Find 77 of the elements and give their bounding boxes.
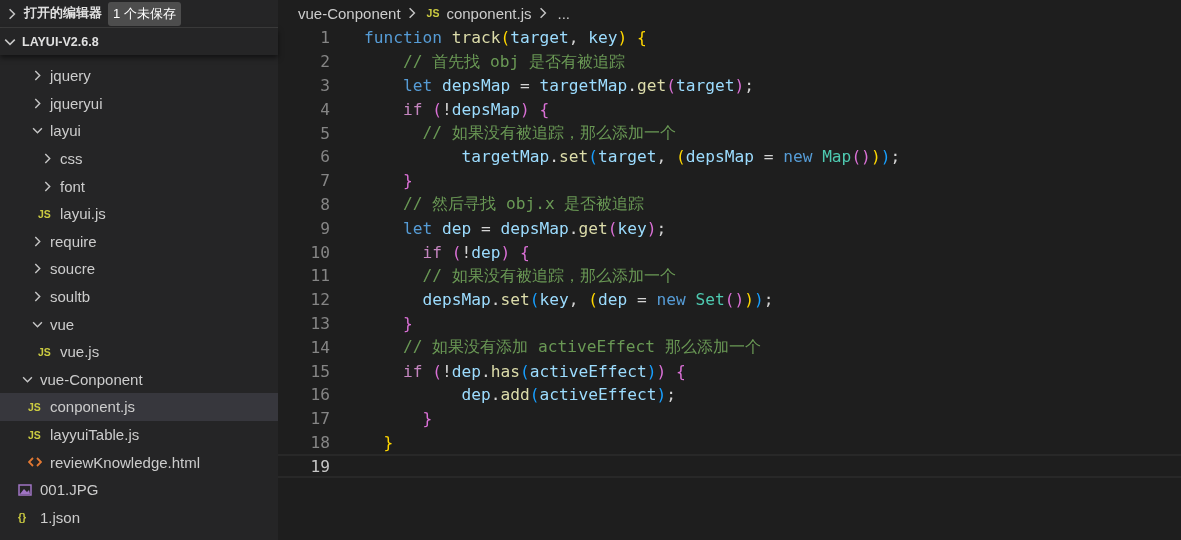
breadcrumb-item[interactable]: ... xyxy=(557,4,570,22)
file-tree-item[interactable]: jqueryui xyxy=(0,89,278,118)
js-file-icon: JS xyxy=(426,7,440,19)
file-tree-item[interactable]: vue xyxy=(0,310,278,338)
file-tree-item[interactable]: soucre xyxy=(0,255,278,283)
code-line: } xyxy=(382,432,394,452)
code-line: if (!dep.has(activeEffect)) { xyxy=(401,361,686,381)
file-tree-item[interactable]: jquery xyxy=(0,62,278,90)
chevron-icon xyxy=(32,235,43,247)
line-number: 1 xyxy=(319,28,330,48)
code-line: let dep = depsMap.get(key); xyxy=(401,218,667,238)
line-number: 15 xyxy=(309,361,330,381)
line-number: 13 xyxy=(309,313,330,333)
file-tree-item[interactable]: vue-Conponent xyxy=(0,365,278,394)
line-number: 16 xyxy=(309,385,330,405)
file-tree-item[interactable]: JS conponent.js xyxy=(0,393,278,421)
file-tree-item[interactable]: JS layui.js xyxy=(0,199,278,228)
code-line: targetMap.set(target, (depsMap = new Map())); xyxy=(460,147,901,167)
file-tree-item[interactable]: font xyxy=(0,172,278,200)
chevron-icon xyxy=(32,291,43,303)
file-tree-item[interactable]: 001.JPG xyxy=(0,475,278,504)
line-number: 17 xyxy=(309,409,330,429)
chevron-icon xyxy=(32,125,43,137)
js-file-icon: JS xyxy=(38,345,51,358)
js-file-icon: JS xyxy=(28,400,41,413)
unsaved-badge: 1 个未保存 xyxy=(108,1,181,26)
file-tree-item[interactable]: JS layyuiTable.js xyxy=(0,420,278,449)
line-number: 11 xyxy=(309,266,330,286)
line-number: 2 xyxy=(319,52,330,72)
line-number: 18 xyxy=(309,432,330,452)
code-line: let depsMap = targetMap.get(target); xyxy=(401,76,754,95)
file-tree-item[interactable]: layui xyxy=(0,117,278,145)
code-line: } xyxy=(401,171,413,191)
section-title[interactable]: 打开的编辑器 xyxy=(24,5,102,22)
chevron-icon xyxy=(32,97,43,109)
line-number: 12 xyxy=(309,290,330,310)
file-tree-item[interactable]: css xyxy=(0,144,278,173)
line-number: 6 xyxy=(319,147,330,167)
chevron-icon xyxy=(32,263,43,275)
chevron-icon xyxy=(42,153,53,165)
breadcrumb-item[interactable]: conponent.js xyxy=(446,4,532,22)
file-tree-item[interactable]: require xyxy=(0,227,278,256)
code-line: dep.add(activeEffect); xyxy=(460,385,676,405)
code-line: depsMap.set(key, (dep = new Set())); xyxy=(421,290,774,310)
line-number: 14 xyxy=(309,337,330,357)
code-line: // 然后寻找 obj.x 是否被追踪 xyxy=(401,193,645,216)
breadcrumb-item[interactable]: vue-Conponent xyxy=(298,4,401,22)
code-line: if (!dep) { xyxy=(421,242,530,262)
json-file-icon: {} xyxy=(18,511,27,524)
js-file-icon: JS xyxy=(38,207,51,220)
image-file-icon xyxy=(18,483,32,496)
code-brackets-icon xyxy=(28,456,42,469)
file-tree-item[interactable]: soultb xyxy=(0,282,278,311)
code-line: // 如果没有添加 activeEffect 那么添加一个 xyxy=(401,336,761,359)
workspace-title[interactable]: LAYUI-V2.6.8 xyxy=(22,34,99,49)
line-number: 7 xyxy=(319,171,330,191)
code-line: if (!depsMap) { xyxy=(401,99,550,119)
code-line: function track(target, key) { xyxy=(364,28,647,48)
file-tree-item[interactable]: {} 1.json xyxy=(0,503,278,532)
file-tree-item[interactable]: JS vue.js xyxy=(0,337,278,366)
chevron-icon[interactable] xyxy=(6,7,18,20)
line-number: 8 xyxy=(319,194,330,214)
code-line: // 如果没有被追踪，那么添加一个 xyxy=(421,264,676,287)
code-line: } xyxy=(421,409,433,429)
line-number: 4 xyxy=(319,99,330,119)
js-file-icon: JS xyxy=(28,428,41,441)
file-tree-item[interactable]: reviewKnowledge.html xyxy=(0,448,278,476)
line-number: 10 xyxy=(309,242,330,262)
line-number: 3 xyxy=(319,76,330,95)
chevron-icon xyxy=(42,180,53,192)
line-number: 9 xyxy=(319,218,330,238)
line-number: 19 xyxy=(309,456,330,476)
code-line: // 首先找 obj 是否有被追踪 xyxy=(401,50,625,73)
code-line: // 如果没有被追踪，那么添加一个 xyxy=(421,122,676,145)
code-line: } xyxy=(401,313,413,333)
chevron-icon xyxy=(32,70,43,82)
line-number: 5 xyxy=(319,123,330,143)
